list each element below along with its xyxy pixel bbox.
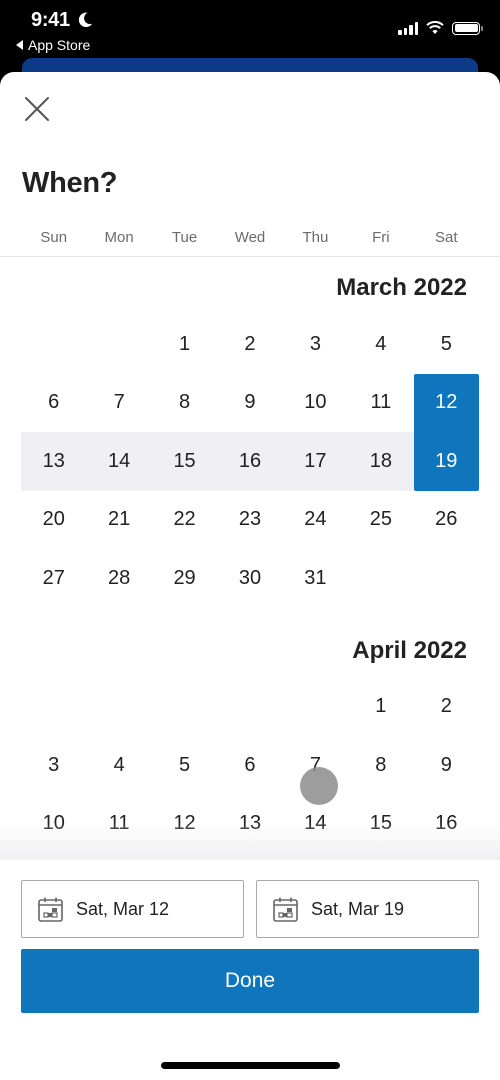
home-indicator <box>161 1062 340 1069</box>
day-cell[interactable]: 3 <box>21 736 86 795</box>
day-cell[interactable]: 24 <box>283 491 348 550</box>
day-cell[interactable]: 1 <box>348 678 413 737</box>
day-cell[interactable]: 8 <box>152 374 217 433</box>
calendar-scroll-area[interactable]: March 2022 1 2 3 4 5 6 7 8 9 10 11 12 13 14 15 16 17 18 19 2… <box>0 257 500 860</box>
day-cell-in-range[interactable]: 18 <box>348 432 414 491</box>
day-cell[interactable]: 8 <box>348 736 413 795</box>
calendar-icon <box>273 897 298 922</box>
day-cell[interactable]: 21 <box>86 491 151 550</box>
start-date-value: Sat, Mar 12 <box>76 898 170 919</box>
day-cell[interactable]: 25 <box>348 491 413 550</box>
day-cell[interactable]: 29 <box>152 549 217 608</box>
cellular-signal-icon <box>398 21 418 35</box>
battery-icon <box>452 21 483 35</box>
moon-icon <box>78 12 93 28</box>
day-cell[interactable]: 20 <box>21 491 86 550</box>
calendar-month: March 2022 1 2 3 4 5 6 7 8 9 10 11 12 13 14 15 16 17 18 19 2… <box>0 257 500 608</box>
weekday-label: Wed <box>234 229 266 246</box>
status-bar: 9:41 App Store <box>0 0 500 60</box>
day-cell[interactable]: 1 <box>152 315 217 374</box>
day-cell-range-start[interactable]: 12 <box>413 373 479 432</box>
back-link-label: App Store <box>28 37 91 53</box>
day-cell[interactable]: 6 <box>217 736 282 795</box>
weekday-label: Thu <box>302 229 329 246</box>
empty-day-cell <box>283 678 348 737</box>
day-cell[interactable]: 2 <box>217 315 282 374</box>
day-cell-in-range[interactable]: 14 <box>86 432 152 491</box>
day-cell[interactable]: 11 <box>86 795 151 854</box>
end-date-value: Sat, Mar 19 <box>311 898 405 919</box>
calendar-icon <box>38 897 63 922</box>
day-cell[interactable]: 7 <box>283 736 348 795</box>
day-cell[interactable]: 3 <box>283 315 348 374</box>
empty-day-cell <box>152 678 217 737</box>
close-icon[interactable] <box>24 96 50 122</box>
day-cell[interactable]: 14 <box>283 795 348 854</box>
day-cell[interactable]: 5 <box>152 736 217 795</box>
day-cell[interactable]: 15 <box>348 795 413 854</box>
weekday-label: Fri <box>372 229 390 246</box>
end-date-field[interactable]: Sat, Mar 19 <box>256 880 479 938</box>
day-cell[interactable]: 10 <box>283 374 348 433</box>
day-cell[interactable]: 11 <box>348 374 413 433</box>
back-to-app-store-link[interactable]: App Store <box>16 37 90 53</box>
day-cell[interactable]: 12 <box>152 795 217 854</box>
day-cell[interactable]: 4 <box>86 736 151 795</box>
month-title: April 2022 <box>352 636 467 664</box>
status-icons <box>398 21 483 35</box>
empty-day-cell <box>86 678 151 737</box>
weekday-label: Tue <box>171 229 198 246</box>
page-title: When? <box>22 167 118 199</box>
day-cell[interactable]: 27 <box>21 549 86 608</box>
day-cell[interactable]: 26 <box>414 491 479 550</box>
weekday-label: Sat <box>434 229 458 246</box>
date-picker-sheet: When? Sun Mon Tue Wed Thu Fri Sat March … <box>0 72 500 1080</box>
day-cell[interactable]: 2 <box>414 678 479 737</box>
status-time: 9:41 <box>31 9 70 31</box>
day-cell[interactable]: 28 <box>86 549 151 608</box>
day-cell[interactable]: 16 <box>414 795 479 854</box>
weekday-header: Sun Mon Tue Wed Thu Fri Sat <box>21 229 479 246</box>
calendar-month: April 2022 1 2 3 4 5 6 7 8 9 10 11 12 13 14 15 16 <box>0 620 500 854</box>
day-cell[interactable]: 31 <box>283 549 348 608</box>
day-cell[interactable]: 22 <box>152 491 217 550</box>
wifi-icon <box>426 21 444 34</box>
day-cell-in-range[interactable]: 15 <box>151 432 218 491</box>
day-grid: 1 2 3 4 5 6 7 8 9 10 11 12 13 14 15 16 17 18 19 20 21 22 23 24 2… <box>21 315 479 608</box>
done-button[interactable]: Done <box>21 949 479 1013</box>
day-cell-in-range[interactable]: 13 <box>21 432 87 491</box>
back-arrow-icon <box>16 40 23 50</box>
day-cell[interactable]: 4 <box>348 315 413 374</box>
empty-day-cell <box>217 678 282 737</box>
day-cell[interactable]: 10 <box>21 795 86 854</box>
day-cell[interactable]: 30 <box>217 549 282 608</box>
date-range-fields: Sat, Mar 12 Sat, Mar 19 <box>21 880 479 938</box>
day-cell[interactable]: 7 <box>86 374 151 433</box>
empty-day-cell <box>21 678 86 737</box>
start-date-field[interactable]: Sat, Mar 12 <box>21 880 244 938</box>
day-cell[interactable]: 13 <box>217 795 282 854</box>
day-cell-in-range[interactable]: 16 <box>217 432 283 491</box>
empty-day-cell <box>21 315 86 374</box>
weekday-label: Sun <box>40 229 68 246</box>
weekday-label: Mon <box>104 229 134 246</box>
day-cell[interactable]: 9 <box>217 374 282 433</box>
day-cell[interactable]: 6 <box>21 374 86 433</box>
month-title: March 2022 <box>336 274 467 301</box>
day-cell-range-end[interactable]: 19 <box>413 432 479 491</box>
day-cell[interactable]: 9 <box>414 736 479 795</box>
day-cell[interactable]: 5 <box>414 315 479 374</box>
day-cell-in-range[interactable]: 17 <box>282 432 349 491</box>
empty-day-cell <box>86 315 151 374</box>
day-grid: 1 2 3 4 5 6 7 8 9 10 11 12 13 14 15 16 <box>21 678 479 854</box>
day-cell[interactable]: 23 <box>217 491 282 550</box>
